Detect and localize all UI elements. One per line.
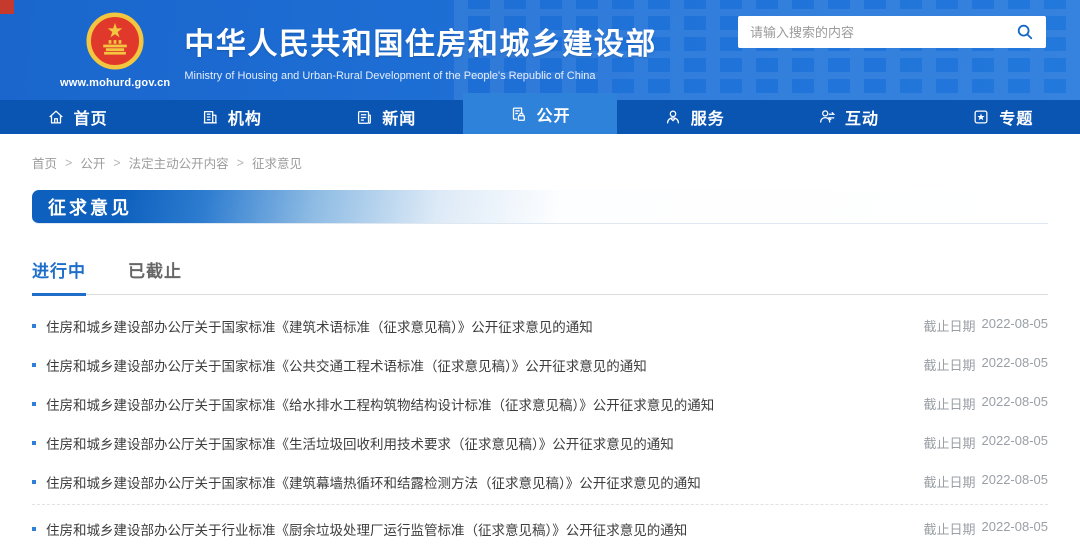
tab-closed[interactable]: 已截止 [128, 257, 182, 294]
home-icon [47, 108, 65, 126]
list-divider [32, 504, 1048, 505]
page-content: 首页 > 公开 > 法定主动公开内容 > 征求意见 征求意见 进行中 已截止 住… [0, 153, 1080, 548]
nav-label: 互动 [845, 105, 879, 129]
site-logo[interactable]: www.mohurd.gov.cn [60, 12, 170, 89]
tab-in-progress[interactable]: 进行中 [32, 257, 86, 296]
notice-title[interactable]: 住房和城乡建设部办公厅关于国家标准《给水排水工程构筑物结构设计标准（征求意见稿）… [46, 394, 714, 414]
nav-item-news[interactable]: 新闻 [309, 100, 463, 134]
nav-label: 公开 [536, 102, 570, 126]
deadline-label: 截止日期 [923, 433, 975, 452]
section-title-bar: 征求意见 [32, 190, 1048, 224]
nav-label: 新闻 [382, 105, 416, 129]
site-header: www.mohurd.gov.cn 中华人民共和国住房和城乡建设部 Minist… [0, 0, 1080, 100]
services-icon [664, 108, 682, 126]
status-tabs: 进行中 已截止 [32, 257, 1048, 295]
list-item[interactable]: 住房和城乡建设部办公厅关于行业标准《厨余垃圾处理厂运行监管标准（征求意见稿）》公… [32, 509, 1048, 548]
deadline-date: 2022-08-05 [982, 394, 1049, 413]
interaction-icon [818, 108, 836, 126]
list-item[interactable]: 住房和城乡建设部办公厅关于国家标准《生活垃圾回收利用技术要求（征求意见稿）》公开… [32, 423, 1048, 462]
search-box [738, 16, 1046, 48]
bullet-icon [32, 402, 36, 406]
notice-title[interactable]: 住房和城乡建设部办公厅关于国家标准《建筑术语标准（征求意见稿）》公开征求意见的通… [46, 316, 593, 336]
notice-deadline: 截止日期 2022-08-05 [903, 472, 1048, 491]
site-url: www.mohurd.gov.cn [60, 77, 170, 89]
breadcrumb-item-current: 征求意见 [252, 153, 302, 172]
page-title: 征求意见 [32, 194, 132, 220]
deadline-label: 截止日期 [923, 355, 975, 374]
deadline-label: 截止日期 [923, 394, 975, 413]
breadcrumb-separator: > [65, 156, 72, 170]
nav-label: 首页 [74, 105, 108, 129]
nav-item-disclosure[interactable]: 公开 [463, 93, 617, 134]
nav-item-organization[interactable]: 机构 [154, 100, 308, 134]
site-titles: 中华人民共和国住房和城乡建设部 Ministry of Housing and … [184, 19, 657, 82]
list-item[interactable]: 住房和城乡建设部办公厅关于国家标准《公共交通工程术语标准（征求意见稿）》公开征求… [32, 345, 1048, 384]
list-item[interactable]: 住房和城乡建设部办公厅关于国家标准《建筑幕墙热循环和结露检测方法（征求意见稿）》… [32, 462, 1048, 501]
breadcrumb-item-home[interactable]: 首页 [32, 153, 57, 172]
search-input[interactable] [750, 25, 1016, 40]
search-icon[interactable] [1016, 23, 1034, 41]
notice-deadline: 截止日期 2022-08-05 [903, 433, 1048, 452]
deadline-date: 2022-08-05 [982, 519, 1049, 538]
bullet-icon [32, 363, 36, 367]
breadcrumb: 首页 > 公开 > 法定主动公开内容 > 征求意见 [32, 153, 1048, 172]
deadline-date: 2022-08-05 [982, 433, 1049, 452]
site-name: 中华人民共和国住房和城乡建设部 [184, 19, 657, 63]
list-item[interactable]: 住房和城乡建设部办公厅关于国家标准《给水排水工程构筑物结构设计标准（征求意见稿）… [32, 384, 1048, 423]
disclosure-icon [509, 105, 527, 123]
deadline-date: 2022-08-05 [982, 316, 1049, 335]
nav-item-topics[interactable]: 专题 [926, 100, 1080, 134]
nav-item-home[interactable]: 首页 [0, 100, 154, 134]
organization-icon [201, 108, 219, 126]
breadcrumb-item-statutory-disclosure[interactable]: 法定主动公开内容 [129, 153, 229, 172]
breadcrumb-separator: > [113, 156, 120, 170]
topics-icon [972, 108, 990, 126]
national-emblem-icon [86, 12, 144, 75]
notice-deadline: 截止日期 2022-08-05 [903, 394, 1048, 413]
deadline-date: 2022-08-05 [982, 472, 1049, 491]
nav-label: 专题 [999, 105, 1033, 129]
bullet-icon [32, 324, 36, 328]
nav-label: 服务 [691, 105, 725, 129]
site-name-en: Ministry of Housing and Urban-Rural Deve… [184, 70, 657, 82]
nav-label: 机构 [228, 105, 262, 129]
deadline-label: 截止日期 [923, 519, 975, 538]
notice-list: 住房和城乡建设部办公厅关于国家标准《建筑术语标准（征求意见稿）》公开征求意见的通… [32, 306, 1048, 548]
notice-group-2: 住房和城乡建设部办公厅关于行业标准《厨余垃圾处理厂运行监管标准（征求意见稿）》公… [32, 509, 1048, 548]
notice-title[interactable]: 住房和城乡建设部办公厅关于行业标准《厨余垃圾处理厂运行监管标准（征求意见稿）》公… [46, 519, 687, 539]
deadline-label: 截止日期 [923, 316, 975, 335]
notice-deadline: 截止日期 2022-08-05 [903, 355, 1048, 374]
notice-title[interactable]: 住房和城乡建设部办公厅关于国家标准《生活垃圾回收利用技术要求（征求意见稿）》公开… [46, 433, 674, 453]
nav-item-interaction[interactable]: 互动 [771, 100, 925, 134]
list-item[interactable]: 住房和城乡建设部办公厅关于国家标准《建筑术语标准（征求意见稿）》公开征求意见的通… [32, 306, 1048, 345]
breadcrumb-separator: > [237, 156, 244, 170]
deadline-date: 2022-08-05 [982, 355, 1049, 374]
notice-deadline: 截止日期 2022-08-05 [903, 519, 1048, 538]
notice-title[interactable]: 住房和城乡建设部办公厅关于国家标准《建筑幕墙热循环和结露检测方法（征求意见稿）》… [46, 472, 701, 492]
nav-item-services[interactable]: 服务 [617, 100, 771, 134]
notice-group-1: 住房和城乡建设部办公厅关于国家标准《建筑术语标准（征求意见稿）》公开征求意见的通… [32, 306, 1048, 501]
breadcrumb-item-disclosure[interactable]: 公开 [80, 153, 105, 172]
corner-marker [0, 0, 14, 14]
bullet-icon [32, 480, 36, 484]
bullet-icon [32, 527, 36, 531]
notice-deadline: 截止日期 2022-08-05 [903, 316, 1048, 335]
notice-title[interactable]: 住房和城乡建设部办公厅关于国家标准《公共交通工程术语标准（征求意见稿）》公开征求… [46, 355, 647, 375]
news-icon [355, 108, 373, 126]
main-nav: 首页 机构 新闻 公开 [0, 100, 1080, 134]
deadline-label: 截止日期 [923, 472, 975, 491]
bullet-icon [32, 441, 36, 445]
